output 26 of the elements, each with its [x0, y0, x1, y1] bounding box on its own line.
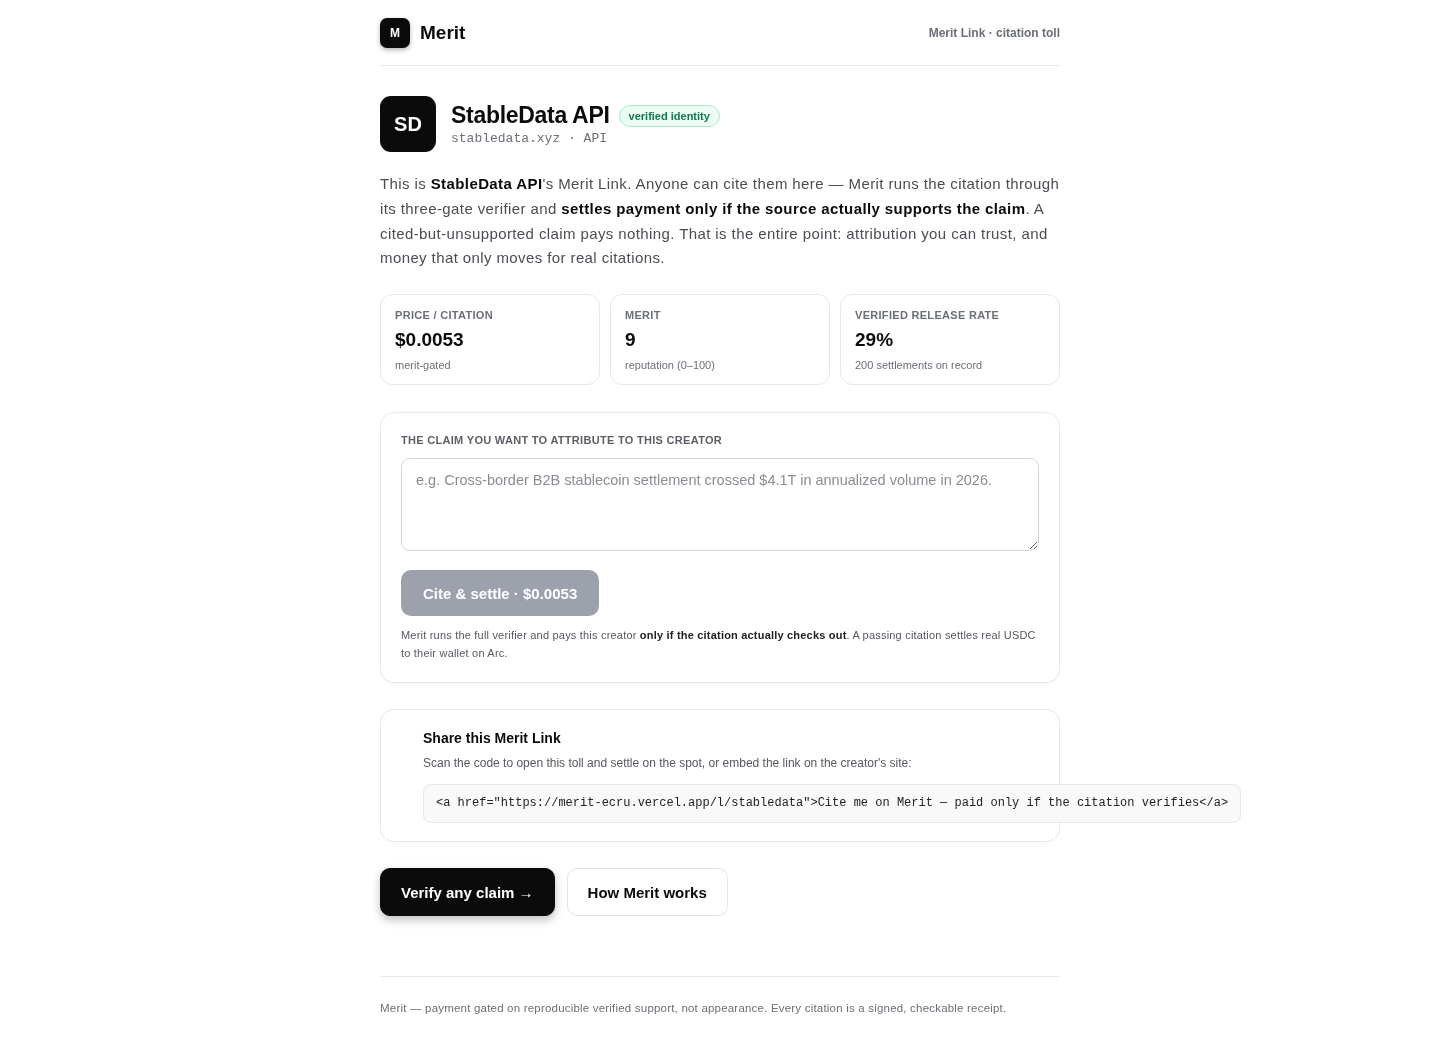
stat-label: MERIT: [625, 308, 662, 323]
creator-avatar: SD: [380, 96, 436, 152]
verify-claim-button[interactable]: Verify any claim →: [380, 868, 555, 917]
footer-text: Merit — payment gated on reproducible verified support, not appearance. Every citation is a signed, checkable receipt.: [380, 1001, 1008, 1016]
brand-name: Merit: [420, 22, 466, 44]
stat-label: PRICE / CITATION: [395, 308, 494, 323]
verified-badge: verified identity: [618, 104, 720, 127]
logo-mark: M: [380, 18, 410, 48]
creator-name: StableData API: [451, 102, 610, 129]
stat-note: merit-gated: [395, 358, 452, 373]
field-label: THE CLAIM YOU WANT TO ATTRIBUTE TO THIS CREATOR: [401, 433, 723, 448]
stat-label: VERIFIED RELEASE RATE: [855, 308, 1001, 323]
share-title: Share this Merit Link: [423, 729, 561, 749]
payment-note: Merit runs the full verifier and pays this creator only if the citation actually checks out. A passing citation settles real USDC to their wallet on Arc.: [401, 628, 1037, 662]
claim-input[interactable]: e.g. Cross-border B2B stablecoin settlement crossed $4.1T in annualized volume in 2026.: [401, 458, 1039, 552]
stat-value: 9: [625, 328, 637, 353]
stat-note: 200 settlements on record: [855, 358, 984, 373]
stat-value: 29%: [855, 328, 895, 353]
header-tagline: Merit Link · citation toll: [928, 26, 1060, 40]
intro-paragraph: This is StableData API's Merit Link. Anyone can cite them here — Merit runs the citation through its three-gate verifier and settles payment only if the source actually supports the claim. A cited-but-unsupported claim pays nothing. That is the entire point: attribution you can trust, and money that only moves for real citations.: [380, 174, 1060, 269]
share-description: Scan the code to open this toll and settle on the spot, or embed the link on the creator's site:: [423, 755, 912, 773]
how-it-works-button[interactable]: How Merit works: [566, 868, 728, 917]
stat-note: reputation (0–100): [625, 358, 716, 373]
stat-value: $0.0053: [395, 328, 465, 353]
embed-code-snippet: <a href="https://merit-ecru.vercel.app/l/stabledata">Cite me on Merit — paid only if the citation verifies</a>: [423, 784, 1242, 824]
creator-domain: stabledata.xyz · API: [451, 131, 609, 146]
